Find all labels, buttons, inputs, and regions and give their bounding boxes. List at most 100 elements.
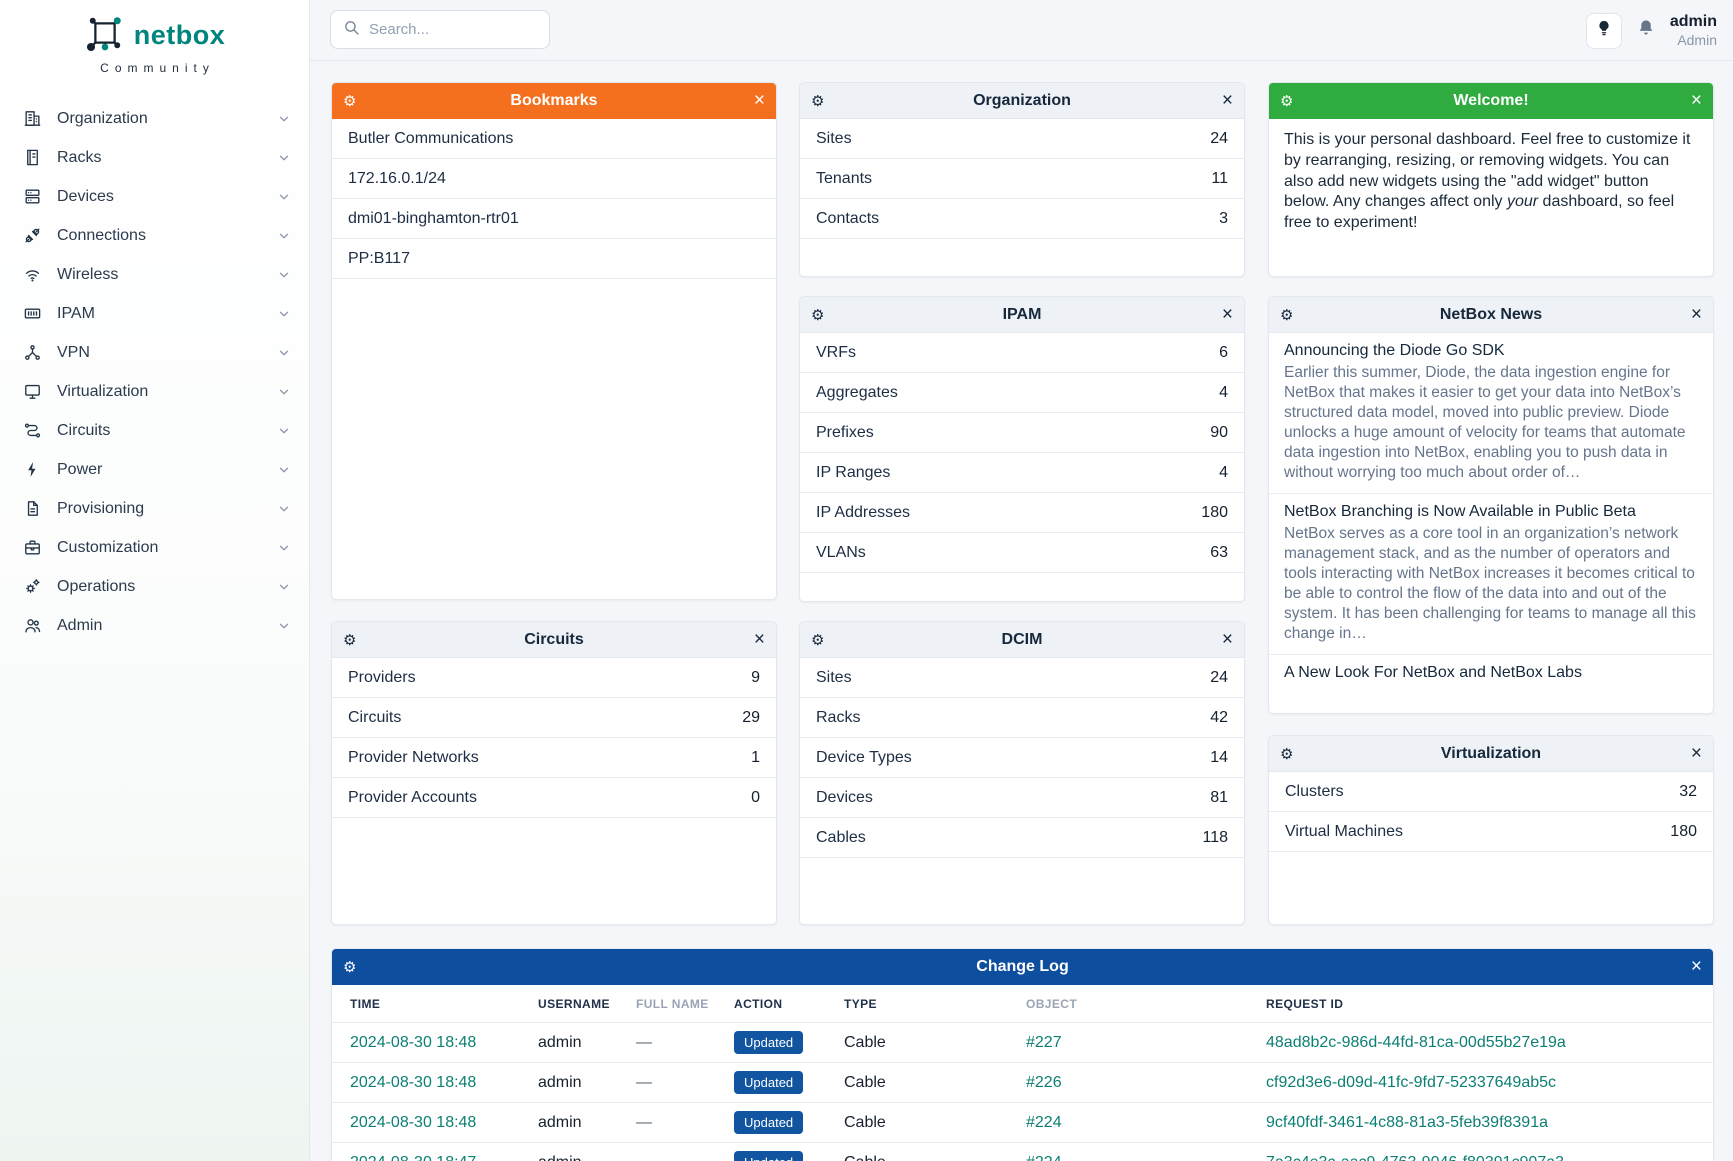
sidebar-item-devices[interactable]: Devices (0, 177, 309, 216)
user-role: Admin (1670, 32, 1717, 48)
close-icon[interactable]: × (1691, 736, 1702, 772)
user-menu[interactable]: admin Admin (1670, 13, 1717, 47)
gear-icon[interactable]: ⚙ (811, 297, 824, 333)
lightbulb-icon (1595, 19, 1613, 42)
widget-title: IPAM (1003, 306, 1042, 324)
bookmark-link[interactable]: 172.16.0.1/24 (332, 159, 776, 199)
close-icon[interactable]: × (754, 622, 765, 658)
gear-icon[interactable]: ⚙ (811, 622, 824, 658)
chevron-down-icon (277, 112, 291, 126)
notifications-button[interactable] (1636, 18, 1656, 43)
news-item: NetBox Branching is Now Available in Pub… (1269, 493, 1713, 654)
changelog-object-link[interactable]: #224 (1026, 1154, 1266, 1161)
sidebar-item-virtualization[interactable]: Virtualization (0, 372, 309, 411)
changelog-time-link[interactable]: 2024-08-30 18:47 (350, 1154, 538, 1161)
close-icon[interactable]: × (1691, 297, 1702, 333)
widget-welcome-header: ⚙ Welcome! × (1269, 83, 1713, 119)
stat-label: Tenants (816, 170, 872, 188)
changelog-request-link[interactable]: 9cf40fdf-3461-4c88-81a3-5feb39f8391a (1266, 1114, 1695, 1132)
changelog-object-link[interactable]: #226 (1026, 1074, 1266, 1092)
stat-value: 29 (742, 709, 760, 727)
stat-row: Providers 9 (332, 658, 776, 698)
bookmark-link[interactable]: dmi01-binghamton-rtr01 (332, 199, 776, 239)
close-icon[interactable]: × (1691, 83, 1702, 119)
stat-label: IP Ranges (816, 464, 890, 482)
widget-organization: ⚙ Organization × Sites 24 Tenants 11 (799, 82, 1245, 277)
changelog-request-link[interactable]: 48ad8b2c-986d-44fd-81ca-00d55b27e19a (1266, 1034, 1695, 1052)
changelog-request-link[interactable]: cf92d3e6-d09d-41fc-9fd7-52337649ab5c (1266, 1074, 1695, 1092)
gear-icon[interactable]: ⚙ (343, 622, 356, 658)
stat-value: 63 (1210, 544, 1228, 562)
close-icon[interactable]: × (1222, 622, 1233, 658)
stat-value: 9 (751, 669, 760, 687)
brand: netbox Community (0, 0, 309, 75)
sidebar-item-label: Provisioning (57, 500, 277, 518)
sidebar-item-circuits[interactable]: Circuits (0, 411, 309, 450)
gear-icon[interactable]: ⚙ (1280, 736, 1293, 772)
stat-row: Sites 24 (800, 119, 1244, 159)
sidebar-item-wireless[interactable]: Wireless (0, 255, 309, 294)
sidebar-item-vpn[interactable]: VPN (0, 333, 309, 372)
operations-icon (22, 577, 42, 597)
stat-row: VLANs 63 (800, 533, 1244, 573)
changelog-username: admin (538, 1114, 636, 1132)
chevron-down-icon (277, 190, 291, 204)
sidebar-item-admin[interactable]: Admin (0, 606, 309, 645)
sidebar-item-organization[interactable]: Organization (0, 99, 309, 138)
changelog-object-link[interactable]: #224 (1026, 1114, 1266, 1132)
sidebar-item-label: Devices (57, 188, 277, 206)
close-icon[interactable]: × (1222, 297, 1233, 333)
gear-icon[interactable]: ⚙ (1280, 83, 1293, 119)
widget-organization-header: ⚙ Organization × (800, 83, 1244, 119)
table-row: 2024-08-30 18:48 admin — Updated Cable #… (332, 1023, 1713, 1063)
stat-label: Virtual Machines (1285, 823, 1403, 841)
main-area: admin Admin ⚙ Bookmarks × Butler Communi… (310, 0, 1733, 1161)
bookmark-link[interactable]: Butler Communications (332, 119, 776, 159)
chevron-down-icon (277, 385, 291, 399)
stat-label: Provider Networks (348, 749, 479, 767)
search-box[interactable] (330, 10, 550, 49)
changelog-time-link[interactable]: 2024-08-30 18:48 (350, 1074, 538, 1092)
theme-toggle-button[interactable] (1586, 13, 1622, 49)
gear-icon[interactable]: ⚙ (811, 83, 824, 119)
widget-title: Welcome! (1453, 92, 1528, 110)
widget-bookmarks-header: ⚙ Bookmarks × (332, 83, 776, 119)
gear-icon[interactable]: ⚙ (343, 949, 356, 985)
chevron-down-icon (277, 346, 291, 360)
news-link[interactable]: Announcing the Diode Go SDK (1284, 342, 1698, 360)
customization-icon (22, 538, 42, 558)
circuits-icon (22, 421, 42, 441)
sidebar-item-ipam[interactable]: IPAM (0, 294, 309, 333)
col-time: TIME (350, 997, 538, 1011)
close-icon[interactable]: × (1222, 83, 1233, 119)
sidebar-item-connections[interactable]: Connections (0, 216, 309, 255)
changelog-time-link[interactable]: 2024-08-30 18:48 (350, 1114, 538, 1132)
changelog-action: Updated (734, 1031, 844, 1054)
changelog-object-link[interactable]: #227 (1026, 1034, 1266, 1052)
changelog-action: Updated (734, 1071, 844, 1094)
sidebar-item-operations[interactable]: Operations (0, 567, 309, 606)
close-icon[interactable]: × (1691, 949, 1702, 985)
changelog-rows: 2024-08-30 18:48 admin — Updated Cable #… (332, 1023, 1713, 1161)
sidebar-item-racks[interactable]: Racks (0, 138, 309, 177)
stat-label: Racks (816, 709, 860, 727)
changelog-time-link[interactable]: 2024-08-30 18:48 (350, 1034, 538, 1052)
stat-row: Devices 81 (800, 778, 1244, 818)
changelog-request-link[interactable]: 7a3c4e3c-aac9-4763-9046-f80391c907a3 (1266, 1154, 1695, 1161)
sidebar-item-customization[interactable]: Customization (0, 528, 309, 567)
news-link[interactable]: A New Look For NetBox and NetBox Labs (1284, 664, 1698, 682)
widget-ipam-header: ⚙ IPAM × (800, 297, 1244, 333)
sidebar-item-provisioning[interactable]: Provisioning (0, 489, 309, 528)
sidebar-item-power[interactable]: Power (0, 450, 309, 489)
gear-icon[interactable]: ⚙ (343, 83, 356, 119)
bookmark-link[interactable]: PP:B117 (332, 239, 776, 279)
changelog-column-headers: TIME USERNAME FULL NAME ACTION TYPE OBJE… (332, 985, 1713, 1023)
news-link[interactable]: NetBox Branching is Now Available in Pub… (1284, 503, 1698, 521)
gear-icon[interactable]: ⚙ (1280, 297, 1293, 333)
stat-value: 42 (1210, 709, 1228, 727)
close-icon[interactable]: × (754, 83, 765, 119)
ipam-icon (22, 304, 42, 324)
changelog-username: admin (538, 1034, 636, 1052)
sidebar-item-label: VPN (57, 344, 277, 362)
search-input[interactable] (369, 21, 519, 38)
